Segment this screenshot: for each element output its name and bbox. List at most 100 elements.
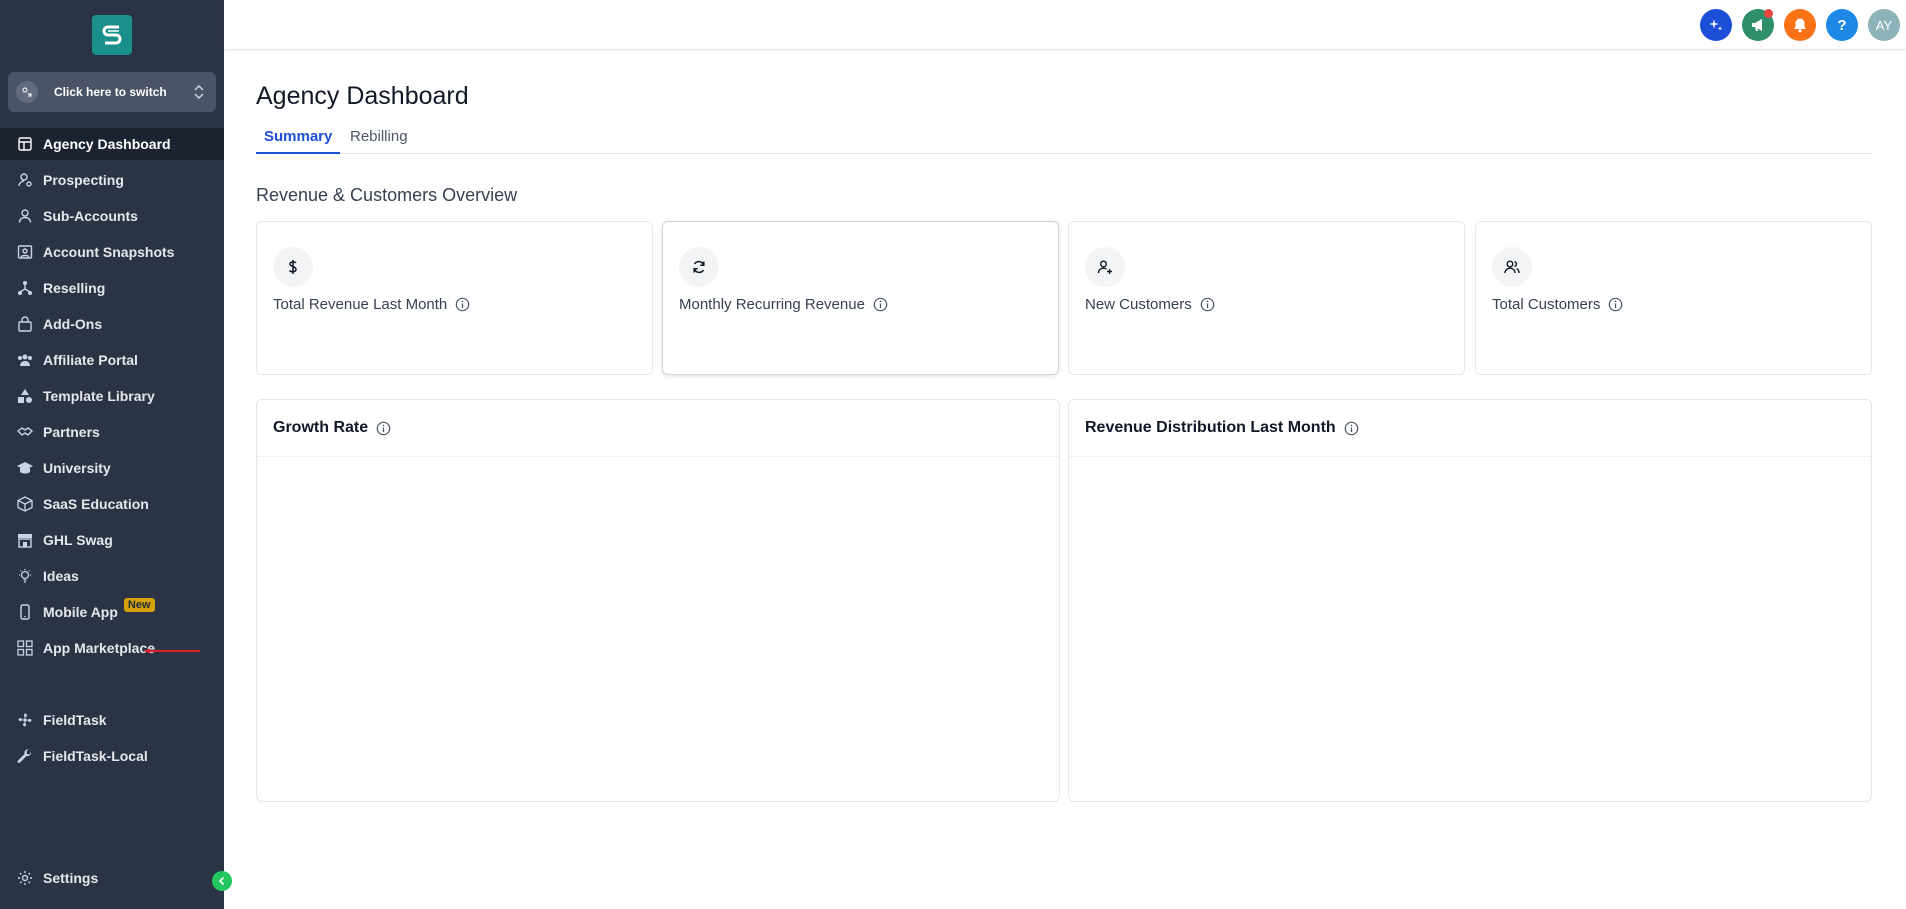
stat-card-total-revenue[interactable]: Total Revenue Last Month bbox=[256, 221, 653, 375]
reselling-icon bbox=[17, 280, 33, 296]
shapes-icon bbox=[17, 388, 33, 404]
panel-title: Revenue Distribution Last Month bbox=[1085, 419, 1336, 436]
sidebar-item-ideas[interactable]: Ideas bbox=[0, 560, 224, 592]
sidebar-item-reselling[interactable]: Reselling bbox=[0, 272, 224, 304]
sidebar-item-label: University bbox=[43, 460, 111, 476]
store-icon bbox=[17, 532, 33, 548]
card-label: Total Revenue Last Month bbox=[273, 296, 448, 313]
fan-icon bbox=[17, 712, 33, 728]
dashboard-icon bbox=[17, 136, 33, 152]
section-title: Revenue & Customers Overview bbox=[256, 185, 518, 205]
box-icon bbox=[17, 496, 33, 512]
prospecting-icon bbox=[17, 172, 33, 188]
sidebar-item-label: FieldTask bbox=[43, 712, 107, 728]
collapse-sidebar-button[interactable] bbox=[212, 871, 232, 891]
brand-s-icon bbox=[102, 25, 122, 45]
logo[interactable] bbox=[92, 15, 132, 55]
sidebar-item-label: Prospecting bbox=[43, 172, 124, 188]
panel-revenue-distribution: Revenue Distribution Last Month bbox=[1068, 399, 1872, 802]
sidebar-item-label: Reselling bbox=[43, 280, 106, 296]
info-icon[interactable] bbox=[1200, 297, 1215, 312]
switcher-label: Click here to switch bbox=[54, 85, 167, 99]
card-label: New Customers bbox=[1085, 296, 1192, 313]
chevron-left-icon bbox=[218, 876, 225, 886]
stat-card-total-customers[interactable]: Total Customers bbox=[1475, 221, 1872, 375]
new-badge: New bbox=[123, 598, 155, 612]
users-icon bbox=[1492, 247, 1532, 287]
sidebar-item-agency-dashboard[interactable]: Agency Dashboard bbox=[0, 128, 224, 160]
sidebar-item-settings[interactable]: Settings bbox=[0, 862, 224, 894]
wrench-icon bbox=[17, 748, 33, 764]
info-icon[interactable] bbox=[873, 297, 888, 312]
sidebar-item-label: Sub-Accounts bbox=[43, 208, 138, 224]
grid-icon bbox=[17, 640, 33, 656]
sidebar-item-university[interactable]: University bbox=[0, 452, 224, 484]
sidebar-item-label: Template Library bbox=[43, 388, 155, 404]
user-icon bbox=[17, 208, 33, 224]
sidebar-item-label: Account Snapshots bbox=[43, 244, 175, 260]
sidebar-item-label: SaaS Education bbox=[43, 496, 149, 512]
info-icon[interactable] bbox=[376, 421, 391, 436]
info-icon[interactable] bbox=[1608, 297, 1623, 312]
handshake-icon bbox=[17, 424, 33, 440]
tab-rebilling[interactable]: Rebilling bbox=[350, 128, 408, 154]
users-group-icon bbox=[17, 352, 33, 368]
sidebar-item-label: App Marketplace bbox=[43, 640, 156, 656]
top-bar-actions: ? AY bbox=[1700, 9, 1900, 41]
sidebar-item-affiliate-portal[interactable]: Affiliate Portal bbox=[0, 344, 224, 376]
phone-icon bbox=[17, 604, 33, 620]
red-arrow-annotation bbox=[144, 648, 200, 654]
tab-summary[interactable]: Summary bbox=[256, 128, 341, 154]
refresh-icon bbox=[679, 247, 719, 287]
sidebar-item-account-snapshots[interactable]: Account Snapshots bbox=[0, 236, 224, 268]
sidebar-item-template-library[interactable]: Template Library bbox=[0, 380, 224, 412]
dollar-icon bbox=[273, 247, 313, 287]
user-plus-icon bbox=[1085, 247, 1125, 287]
sidebar-item-sub-accounts[interactable]: Sub-Accounts bbox=[0, 200, 224, 232]
gear-icon bbox=[17, 870, 33, 886]
ai-assistant-button[interactable] bbox=[1700, 9, 1732, 41]
info-icon[interactable] bbox=[1344, 421, 1359, 436]
stat-card-mrr[interactable]: Monthly Recurring Revenue bbox=[662, 221, 1059, 375]
panel-growth-rate: Growth Rate bbox=[256, 399, 1060, 802]
sidebar-item-ghl-swag[interactable]: GHL Swag bbox=[0, 524, 224, 556]
sidebar-item-fieldtask[interactable]: FieldTask bbox=[0, 704, 224, 736]
notification-dot bbox=[1764, 9, 1773, 18]
announcements-button[interactable] bbox=[1742, 9, 1774, 41]
sidebar-item-label: FieldTask-Local bbox=[43, 748, 148, 764]
info-icon[interactable] bbox=[455, 297, 470, 312]
sidebar-item-partners[interactable]: Partners bbox=[0, 416, 224, 448]
panel-header: Revenue Distribution Last Month bbox=[1069, 400, 1871, 457]
sidebar-item-saas-education[interactable]: SaaS Education bbox=[0, 488, 224, 520]
megaphone-icon bbox=[1752, 19, 1762, 31]
avatar-initials: AY bbox=[1875, 17, 1893, 33]
card-label: Monthly Recurring Revenue bbox=[679, 296, 865, 313]
bell-icon bbox=[1794, 18, 1806, 33]
help-button[interactable]: ? bbox=[1826, 9, 1858, 41]
graduation-cap-icon bbox=[17, 460, 33, 476]
notifications-button[interactable] bbox=[1784, 9, 1816, 41]
sidebar-item-label: GHL Swag bbox=[43, 532, 113, 548]
sidebar-item-prospecting[interactable]: Prospecting bbox=[0, 164, 224, 196]
avatar[interactable]: AY bbox=[1868, 9, 1900, 41]
chevron-up-down-icon bbox=[194, 85, 208, 99]
page-title: Agency Dashboard bbox=[256, 82, 469, 110]
stat-card-new-customers[interactable]: New Customers bbox=[1068, 221, 1465, 375]
tab-bar: Summary Rebilling bbox=[256, 122, 1872, 154]
sidebar-item-fieldtask-local[interactable]: FieldTask-Local bbox=[0, 740, 224, 772]
sidebar-item-label: Agency Dashboard bbox=[43, 136, 171, 152]
sparkle-icon bbox=[1709, 19, 1723, 31]
sidebar-item-label: Settings bbox=[43, 870, 99, 886]
top-bar: ? AY bbox=[224, 0, 1906, 50]
sidebar-item-add-ons[interactable]: Add-Ons bbox=[0, 308, 224, 340]
card-label: Total Customers bbox=[1492, 296, 1601, 313]
panel-title: Growth Rate bbox=[273, 419, 369, 436]
sidebar-item-label: Mobile App bbox=[43, 604, 118, 620]
bag-icon bbox=[17, 316, 33, 332]
account-switcher[interactable]: Click here to switch bbox=[8, 72, 216, 112]
sidebar: Click here to switch Agency Dashboard Pr… bbox=[0, 0, 224, 909]
lightbulb-icon bbox=[17, 568, 33, 584]
sidebar-item-label: Affiliate Portal bbox=[43, 352, 138, 368]
sidebar-item-label: Partners bbox=[43, 424, 100, 440]
sidebar-item-mobile-app[interactable]: Mobile App New bbox=[0, 596, 224, 628]
